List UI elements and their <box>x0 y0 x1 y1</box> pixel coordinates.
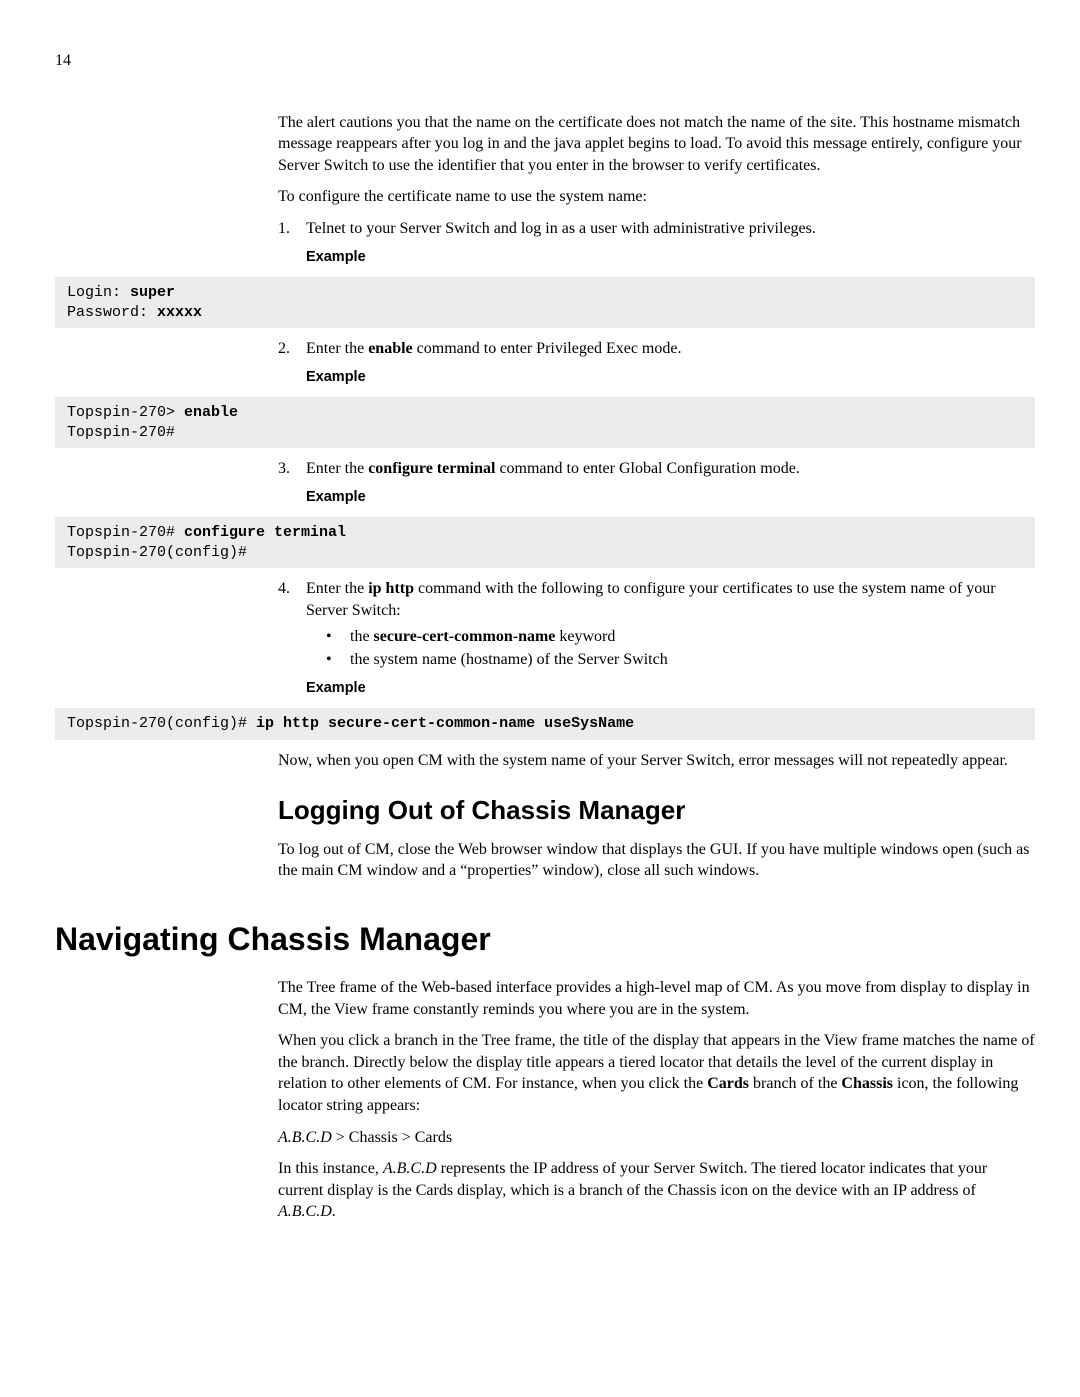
example-label: Example <box>306 248 1035 268</box>
code-example-4: Topspin-270(config)# ip http secure-cert… <box>55 708 1035 740</box>
step-1: 1. Telnet to your Server Switch and log … <box>278 218 1035 273</box>
step-4-text: Enter the ip http command with the follo… <box>306 578 1035 621</box>
example-label: Example <box>306 368 1035 388</box>
nav-paragraph-3: In this instance, A.B.C.D represents the… <box>278 1158 1035 1223</box>
bullet-dot-icon: • <box>306 649 350 671</box>
bullet-item: • the secure-cert-common-name keyword <box>306 626 1035 648</box>
step-4: 4. Enter the ip http command with the fo… <box>278 578 1035 704</box>
step-3-text: Enter the configure terminal command to … <box>306 458 1035 480</box>
locator-string: A.B.C.D > Chassis > Cards <box>278 1127 1035 1149</box>
logout-paragraph: To log out of CM, close the Web browser … <box>278 839 1035 882</box>
step-3: 3. Enter the configure terminal command … <box>278 458 1035 513</box>
bullet-dot-icon: • <box>306 626 350 648</box>
step-1-number: 1. <box>278 218 306 273</box>
closing-paragraph: Now, when you open CM with the system na… <box>278 750 1035 772</box>
nav-paragraph-2: When you click a branch in the Tree fram… <box>278 1030 1035 1116</box>
nav-paragraph-1: The Tree frame of the Web-based interfac… <box>278 977 1035 1020</box>
bullet-item: • the system name (hostname) of the Serv… <box>306 649 1035 671</box>
step-1-text: Telnet to your Server Switch and log in … <box>306 218 1035 240</box>
configure-instruction: To configure the certificate name to use… <box>278 186 1035 208</box>
step-2: 2. Enter the enable command to enter Pri… <box>278 338 1035 393</box>
step-2-text: Enter the enable command to enter Privil… <box>306 338 1035 360</box>
logout-heading: Logging Out of Chassis Manager <box>278 793 1035 828</box>
intro-paragraph: The alert cautions you that the name on … <box>278 112 1035 177</box>
example-label: Example <box>306 679 1035 699</box>
step-3-number: 3. <box>278 458 306 513</box>
navigating-heading: Navigating Chassis Manager <box>55 918 1035 961</box>
example-label: Example <box>306 488 1035 508</box>
code-example-3: Topspin-270# configure terminal Topspin-… <box>55 517 1035 568</box>
step-4-number: 4. <box>278 578 306 704</box>
page-number: 14 <box>55 50 1035 72</box>
step-2-number: 2. <box>278 338 306 393</box>
code-example-1: Login: super Password: xxxxx <box>55 277 1035 328</box>
code-example-2: Topspin-270> enable Topspin-270# <box>55 397 1035 448</box>
